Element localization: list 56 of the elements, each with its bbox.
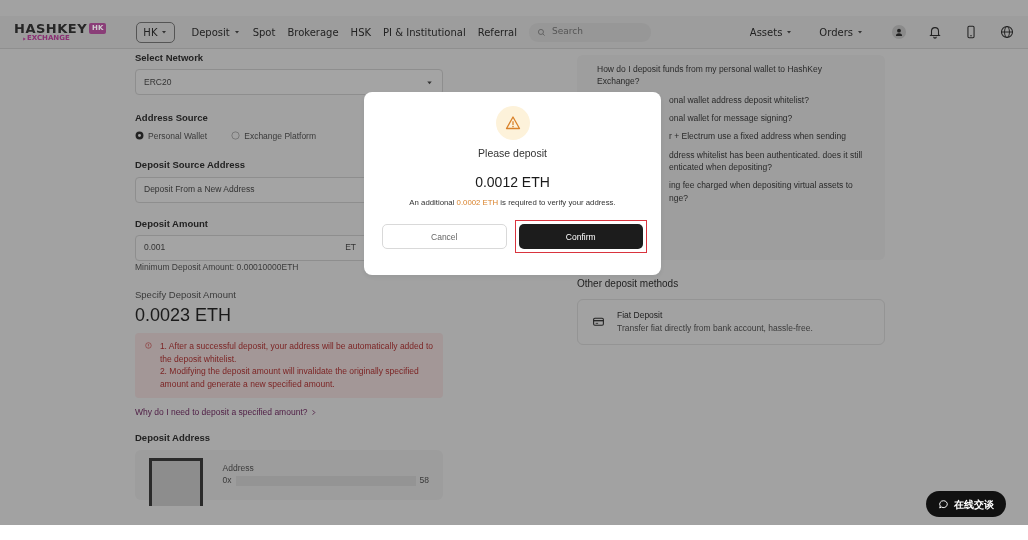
field-label: Address Source	[135, 111, 209, 126]
faq-question[interactable]: How do I deposit funds from my personal wallet to HashKey Exchange?	[597, 63, 865, 88]
field-label: Select Network	[135, 51, 205, 65]
nav-link[interactable]: Brokerage	[281, 24, 345, 40]
user-icon[interactable]	[892, 25, 906, 39]
nav-link[interactable]: Spot	[246, 24, 282, 40]
search-icon	[537, 27, 546, 37]
speech-bubble-icon	[938, 498, 949, 510]
minimum-amount-text: Minimum Deposit Amount: 0.00010000ETH	[135, 260, 300, 274]
nav-link[interactable]: HSK	[344, 24, 378, 40]
dialog-title: Please deposit	[477, 146, 548, 161]
section-title: Other deposit methods	[577, 277, 680, 291]
chat-button[interactable]: 在线交谈	[926, 491, 1006, 517]
region-selector[interactable]: HK	[136, 21, 176, 43]
nav-link[interactable]: Deposit	[185, 24, 247, 40]
specified-amount-label: Specify Deposit Amount	[135, 287, 237, 302]
warning-text: 1. After a successful deposit, your address will be automatically added to the deposit whitelist.	[159, 339, 433, 366]
faq-question[interactable]: onal wallet for message signing?	[669, 111, 865, 125]
radio-option[interactable]: Personal Wallet	[135, 129, 208, 143]
warning-triangle-icon	[504, 115, 521, 131]
faq-question[interactable]: ing fee charged when depositing virtual assets to nge?	[669, 179, 865, 204]
confirm-button[interactable]: Confirm	[518, 224, 643, 250]
nav-link[interactable]: Assets	[743, 24, 800, 40]
card-icon	[592, 315, 605, 329]
help-link[interactable]: Why do I need to deposit a specified amount?	[135, 405, 318, 419]
faq-question[interactable]: r + Electrum use a fixed address when sending	[669, 130, 865, 143]
method-description: Transfer fiat directly from bank account, hassle-free.	[617, 321, 813, 335]
alert-icon	[145, 339, 152, 351]
network-select[interactable]: ERC20	[135, 69, 443, 96]
triangle-icon	[22, 35, 27, 42]
method-title: Fiat Deposit	[617, 309, 664, 322]
bell-icon[interactable]	[928, 25, 942, 39]
address-start: 0x	[222, 474, 232, 487]
fiat-deposit-card[interactable]: Fiat Deposit Transfer fiat directly from bank account, hassle-free.	[577, 299, 885, 345]
field-label: Deposit Address	[135, 431, 212, 446]
faq-question[interactable]: ddress whitelist has been authenticated. does it still enticated when depositing?	[669, 148, 865, 174]
faq-question[interactable]: onal wallet address deposit whitelist?	[669, 93, 865, 106]
field-label: Deposit Source Address	[135, 158, 246, 173]
cancel-button[interactable]: Cancel	[382, 224, 507, 250]
search-input[interactable]: Search	[550, 24, 640, 40]
radio-option[interactable]: Exchange Platform	[231, 129, 317, 143]
nav-link[interactable]: Orders	[813, 24, 870, 40]
dialog-amount: 0.0012 ETH	[474, 172, 551, 192]
logo-wordmark: HASHKEY	[14, 22, 88, 35]
search-field[interactable]: Search	[529, 22, 651, 42]
phone-icon[interactable]	[964, 25, 978, 39]
qr-code-placeholder	[149, 457, 203, 506]
nav-link[interactable]: Referral	[471, 24, 523, 40]
specified-amount-value: 0.0023 ETH	[135, 303, 233, 327]
address-label: Address	[222, 461, 255, 475]
nav-link[interactable]: PI & Institutional	[377, 24, 472, 40]
globe-icon[interactable]	[1000, 25, 1014, 39]
address-end: 58	[419, 474, 429, 487]
warning-text: 2. Modifying the deposit amount will invalidate the originally specified amount and generate a new specified amount.	[159, 365, 420, 391]
chevron-icon	[310, 408, 318, 416]
field-label: Deposit Amount	[135, 216, 209, 231]
